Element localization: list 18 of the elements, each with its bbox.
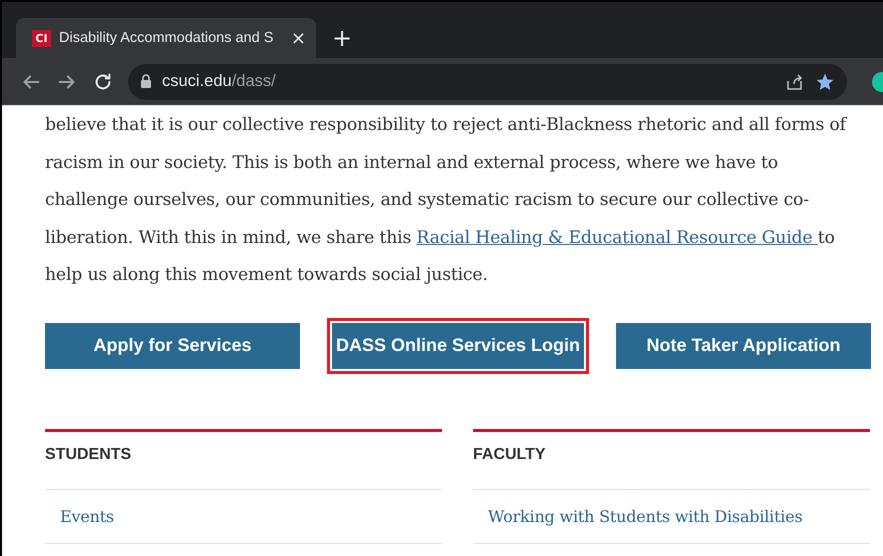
- favicon: CI: [32, 30, 51, 46]
- url-text: csuci.edu/dass/: [162, 72, 276, 91]
- star-icon[interactable]: [815, 72, 835, 92]
- section-link[interactable]: Working with Students with Disabilities: [473, 490, 870, 544]
- new-tab-button[interactable]: +: [324, 18, 360, 58]
- section-heading: FACULTY: [473, 432, 870, 490]
- share-icon[interactable]: [785, 72, 805, 92]
- section-heading: STUDENTS: [45, 432, 442, 490]
- extension-icon[interactable]: [871, 70, 883, 92]
- close-tab-button[interactable]: ×: [290, 28, 306, 48]
- browser-tab[interactable]: CI Disability Accommodations and S ×: [16, 18, 316, 58]
- service-button[interactable]: DASS Online Services Login: [327, 318, 589, 374]
- resource-guide-link[interactable]: Racial Healing & Educational Resource Guide: [416, 228, 818, 248]
- lock-icon: [140, 74, 152, 89]
- section-link[interactable]: Events: [45, 490, 442, 544]
- intro-paragraph: believe that it is our collective responsibility to reject anti-Blackness rhetoric and all forms of racism in our society. This is both an internal and external process, where we have to challenge ourselves, our communities, and systematic racism to secure our collective co-liberation. With this in mind, we share this Racial Healing & Educational Resource Guide to help us along this movement towards social justice.: [45, 114, 848, 287]
- address-bar[interactable]: csuci.edu/dass/: [128, 64, 847, 100]
- tab-title: Disability Accommodations and S: [59, 30, 274, 46]
